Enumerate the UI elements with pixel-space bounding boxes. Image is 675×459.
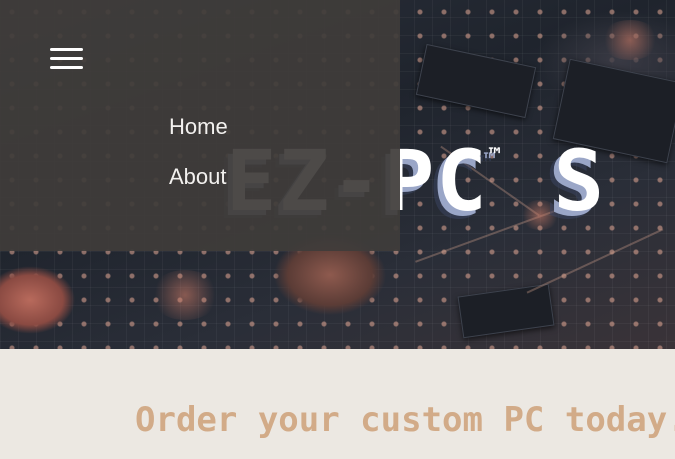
- circuit-capacitor: [150, 270, 220, 320]
- circuit-chip-image: [415, 43, 537, 119]
- brand-name-trailing: S: [553, 132, 607, 230]
- circuit-chip-image: [457, 283, 555, 339]
- tagline-heading: Order your custom PC today.: [135, 400, 675, 440]
- hamburger-menu-icon[interactable]: [50, 48, 83, 72]
- nav-link-about[interactable]: About: [169, 164, 227, 190]
- hamburger-line: [50, 57, 83, 60]
- hamburger-line: [50, 48, 83, 51]
- nav-link-home[interactable]: Home: [169, 114, 228, 140]
- navigation-menu-panel: Home About: [0, 0, 400, 251]
- circuit-capacitor: [600, 20, 660, 60]
- trademark-symbol: ™: [488, 143, 501, 167]
- circuit-trace: [526, 228, 664, 294]
- hamburger-line: [50, 66, 83, 69]
